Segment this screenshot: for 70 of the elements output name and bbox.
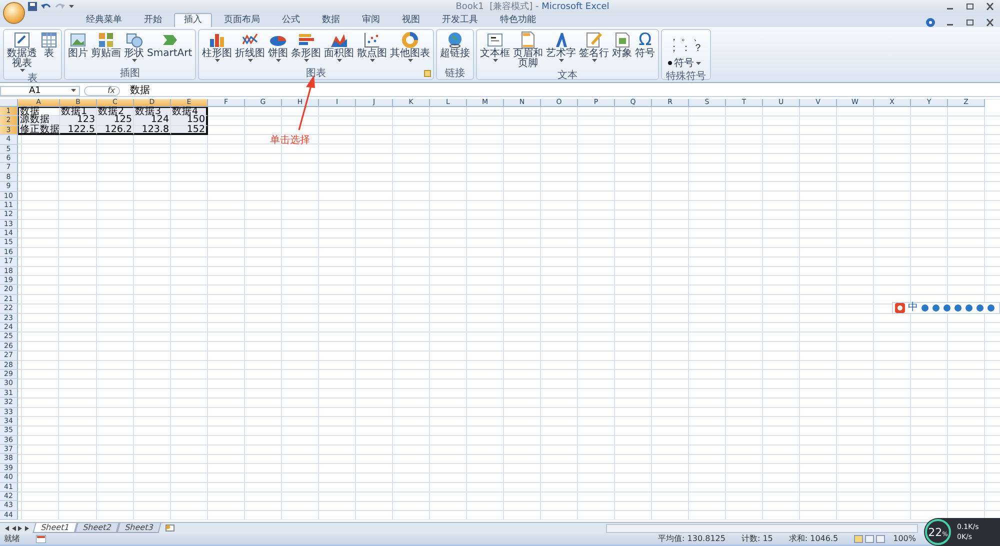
ribbon-button[interactable]: 艺术字	[545, 31, 578, 69]
ribbon-button[interactable]: 数据透视表	[6, 31, 38, 72]
window-title: Book1 [兼容模式] - Microsoft Excel	[456, 0, 610, 13]
ribbon-button[interactable]: 条形图	[290, 31, 322, 67]
group-label: 插图	[120, 68, 140, 79]
insert-function-button[interactable]: fx	[84, 86, 120, 96]
annotation-text: 单击选择	[270, 134, 310, 147]
ribbon-tab[interactable]: 数据	[312, 13, 350, 27]
symbol-dropdown[interactable]: 符号	[664, 56, 708, 70]
table-cell[interactable]: 数据2	[97, 107, 134, 116]
ribbon-tab[interactable]: 开发工具	[432, 13, 488, 27]
ribbon-button[interactable]: 页眉和页脚	[512, 31, 544, 69]
table-cell[interactable]: 122.5	[60, 126, 97, 136]
ribbon-button[interactable]: 文本框	[479, 31, 512, 69]
group-label: 文本	[558, 70, 578, 81]
status-mode: 就绪	[4, 533, 20, 544]
ribbon-button[interactable]: 签名行	[578, 31, 610, 69]
ribbon-button[interactable]: 形状	[123, 31, 145, 67]
meter-percent: 22	[928, 527, 942, 538]
ribbon-button[interactable]: 表	[39, 31, 59, 72]
ribbon-tab[interactable]: 经典菜单	[76, 13, 132, 27]
table-cell[interactable]: 数据3	[134, 107, 171, 116]
symbol-button[interactable]: ，	[668, 32, 680, 43]
formula-input[interactable]: 数据	[130, 86, 150, 96]
sheet-tab[interactable]: Sheet3	[117, 523, 162, 534]
table-cell[interactable]: 修正数据	[18, 126, 60, 136]
sheet-tab[interactable]: Sheet2	[74, 523, 120, 534]
group-label: 链接	[445, 68, 466, 79]
name-box[interactable]: A1	[0, 86, 80, 96]
ribbon-button[interactable]: 柱形图	[201, 31, 234, 67]
ribbon-button[interactable]: 剪贴画	[90, 31, 122, 67]
status-stat: 计数: 15	[741, 533, 773, 544]
ribbon-tab[interactable]: 审阅	[352, 13, 390, 27]
ribbon-tab[interactable]: 特色功能	[490, 13, 546, 27]
symbol-button[interactable]: ：	[680, 43, 692, 54]
symbol-button[interactable]: 。	[680, 32, 692, 43]
table-cell[interactable]: 数据1	[60, 107, 97, 116]
table-cell[interactable]: 150	[171, 116, 208, 126]
ribbon-tab[interactable]: 插入	[174, 13, 212, 27]
table-cell[interactable]: 123	[60, 116, 97, 126]
group-label: 图表	[306, 68, 326, 79]
table-cell[interactable]: 123.8	[134, 126, 171, 136]
symbol-button[interactable]: 、	[692, 32, 704, 43]
ribbon-tab[interactable]: 页面布局	[214, 13, 270, 27]
status-stat: 求和: 1046.5	[788, 533, 838, 544]
symbol-button[interactable]: ；	[668, 43, 680, 54]
table-cell[interactable]: 126.2	[97, 126, 134, 136]
status-stat: 平均值: 130.8125	[658, 533, 726, 544]
ribbon-button[interactable]: 面积图	[323, 31, 356, 67]
ribbon-button[interactable]: SmartArt	[146, 31, 194, 67]
group-label: 特殊符号	[666, 71, 706, 82]
ime-mode[interactable]: 中	[908, 303, 918, 313]
ribbon-tab[interactable]: 视图	[392, 13, 430, 27]
table-cell[interactable]: 数据4	[171, 107, 208, 116]
table-cell[interactable]: 124	[134, 116, 171, 126]
ribbon-button[interactable]: Ω 符号	[634, 31, 656, 69]
ribbon-button[interactable]: 其他图表	[389, 31, 432, 67]
ribbon-button[interactable]: 折线图	[234, 31, 266, 67]
ribbon-button[interactable]: 散点图	[356, 31, 388, 67]
symbol-button[interactable]: ？	[692, 43, 704, 54]
ribbon-tab[interactable]: 开始	[134, 13, 172, 27]
ribbon-button[interactable]: 对象	[611, 31, 634, 69]
ribbon-button[interactable]: 饼图	[267, 31, 290, 67]
zoom-level[interactable]: 100%	[893, 534, 916, 544]
ribbon-button[interactable]: 超链接	[439, 31, 472, 67]
ribbon-tab[interactable]: 公式	[272, 13, 310, 27]
group-label: 表	[28, 73, 38, 84]
ribbon-button[interactable]: 图片	[67, 31, 89, 67]
table-cell[interactable]: 152	[171, 126, 208, 136]
table-cell[interactable]: 125	[97, 116, 134, 126]
